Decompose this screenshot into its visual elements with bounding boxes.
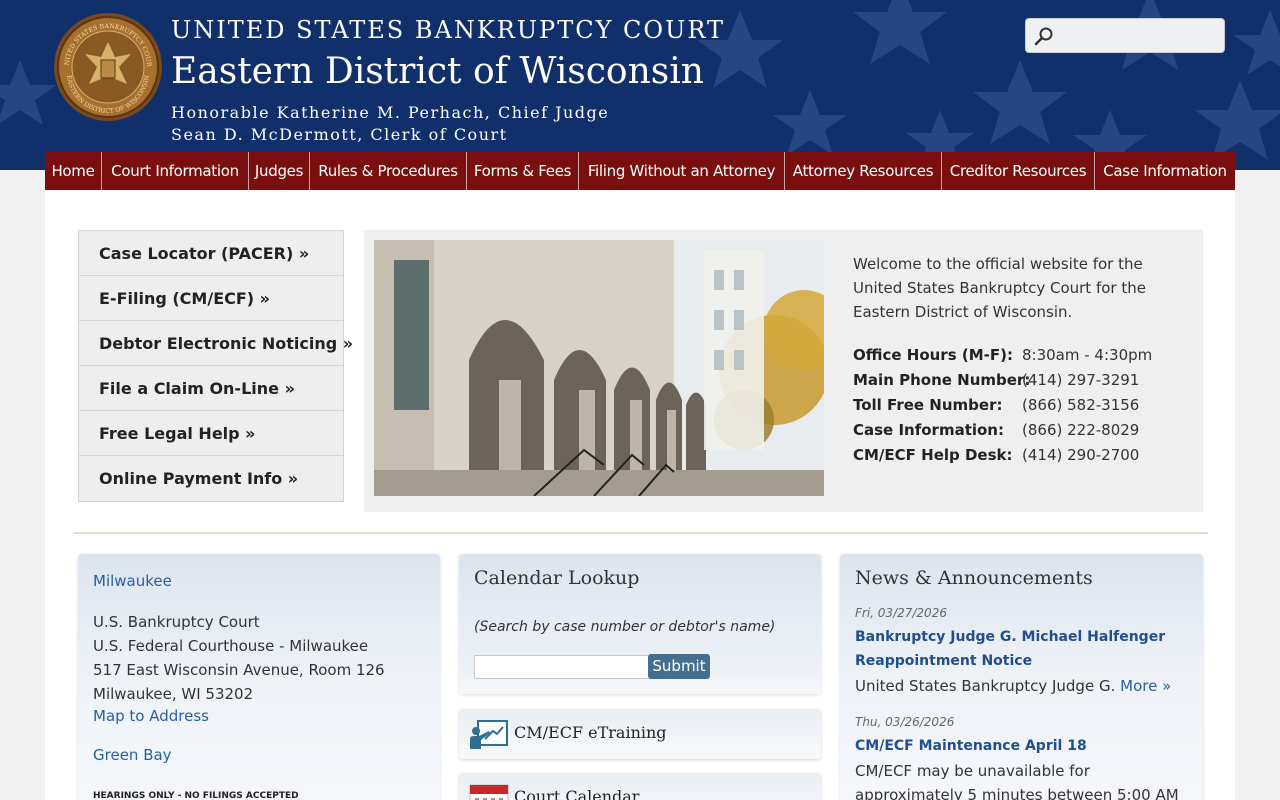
calendar-search-input[interactable] xyxy=(474,655,650,679)
court-name: UNITED STATES BANKRUPTCY COURT xyxy=(171,16,725,44)
presentation-icon xyxy=(470,720,508,749)
contact-value: (866) 582-3156 xyxy=(1022,396,1140,414)
search-box xyxy=(1025,18,1225,53)
nav-case-information[interactable]: Case Information xyxy=(1095,152,1235,190)
news-headline-link[interactable]: Bankruptcy Judge G. Michael Halfenger Re… xyxy=(855,625,1175,673)
contact-label: Office Hours (M-F): xyxy=(853,346,1013,364)
contact-row: Office Hours (M-F): 8:30am - 4:30pm xyxy=(853,343,1193,368)
news-headline-link[interactable]: CM/ECF Maintenance April 18 xyxy=(855,734,1175,758)
court-calendar-label: Court Calendar xyxy=(514,787,640,800)
quick-link-file-claim[interactable]: File a Claim On-Line » xyxy=(79,366,343,411)
contact-row: Main Phone Number:(414) 297-3291 xyxy=(853,368,1193,393)
site-header: UNITED STATES BANKRUPTCY COURT EASTERN D… xyxy=(0,0,1280,170)
quick-link-debtor-noticing[interactable]: Debtor Electronic Noticing » xyxy=(79,321,353,366)
green-bay-link[interactable]: Green Bay xyxy=(93,746,172,764)
nav-forms-fees[interactable]: Forms & Fees xyxy=(467,152,579,190)
contact-label: Main Phone Number: xyxy=(853,371,1031,389)
contact-row: Toll Free Number: (866) 582-3156 xyxy=(853,393,1193,418)
calendar-icon xyxy=(469,784,509,800)
nav-rules-procedures[interactable]: Rules & Procedures xyxy=(310,152,467,190)
news-date: Thu, 03/26/2026 xyxy=(855,715,955,729)
nav-filing-without-attorney[interactable]: Filing Without an Attorney xyxy=(579,152,785,190)
milwaukee-address: U.S. Bankruptcy Court U.S. Federal Court… xyxy=(93,610,385,706)
quick-links: Case Locator (PACER) » E-Filing (CM/ECF)… xyxy=(78,230,353,502)
green-bay-note: HEARINGS ONLY - NO FILINGS ACCEPTED xyxy=(93,791,299,800)
nav-home[interactable]: Home xyxy=(45,152,102,190)
contact-value: (414) 297-3291 xyxy=(1022,371,1140,389)
section-divider xyxy=(73,532,1208,534)
search-input[interactable] xyxy=(1058,23,1218,48)
clerk-of-court: Sean D. McDermott, Clerk of Court xyxy=(171,125,508,144)
map-to-address-link[interactable]: Map to Address xyxy=(93,707,209,725)
address-line: U.S. Federal Courthouse - Milwaukee xyxy=(93,637,369,655)
news-body: United States Bankruptcy Judge G. More » xyxy=(855,674,1190,698)
milwaukee-link[interactable]: Milwaukee xyxy=(93,572,172,590)
address-line: Milwaukee, WI 53202 xyxy=(93,685,254,703)
main-nav: Home Court Information Judges Rules & Pr… xyxy=(45,152,1235,190)
news-date: Fri, 03/27/2026 xyxy=(855,606,947,620)
address-line: 517 East Wisconsin Avenue, Room 126 xyxy=(93,661,385,679)
quick-link-free-legal-help[interactable]: Free Legal Help » xyxy=(79,411,343,456)
quick-link-e-filing[interactable]: E-Filing (CM/ECF) » xyxy=(79,276,343,321)
search-icon[interactable] xyxy=(1034,26,1054,46)
location-box: Milwaukee U.S. Bankruptcy Court U.S. Fed… xyxy=(78,554,440,800)
etraining-tile[interactable]: CM/ECF eTraining xyxy=(459,709,821,759)
calendar-submit-button[interactable]: Submit xyxy=(648,654,710,679)
contact-value: 8:30am - 4:30pm xyxy=(1022,346,1153,364)
contact-value: (414) 290-2700 xyxy=(1022,446,1140,464)
quick-link-case-locator[interactable]: Case Locator (PACER) » xyxy=(79,231,343,276)
contact-row: Case Information: (866) 222-8029 xyxy=(853,418,1193,443)
address-line: U.S. Bankruptcy Court xyxy=(93,613,260,631)
nav-attorney-resources[interactable]: Attorney Resources xyxy=(785,152,942,190)
contact-value: (866) 222-8029 xyxy=(1022,421,1140,439)
calendar-lookup-box: Calendar Lookup (Search by case number o… xyxy=(459,554,821,694)
contact-label: CM/ECF Help Desk: xyxy=(853,446,1013,464)
court-calendar-tile[interactable]: Court Calendar xyxy=(459,773,821,800)
nav-court-information[interactable]: Court Information xyxy=(102,152,249,190)
nav-creditor-resources[interactable]: Creditor Resources xyxy=(942,152,1095,190)
contact-info: Office Hours (M-F): 8:30am - 4:30pm Main … xyxy=(853,343,1193,468)
chief-judge: Honorable Katherine M. Perhach, Chief Ju… xyxy=(171,103,610,122)
courthouse-photo xyxy=(374,240,824,496)
quick-link-online-payment[interactable]: Online Payment Info » xyxy=(79,456,343,501)
contact-label: Toll Free Number: xyxy=(853,396,1003,414)
calendar-lookup-heading: Calendar Lookup xyxy=(474,567,640,589)
news-summary: CM/ECF may be unavailable for approximat… xyxy=(855,762,1179,800)
nav-judges[interactable]: Judges xyxy=(249,152,310,190)
news-summary: United States Bankruptcy Judge G. xyxy=(855,677,1116,695)
district-name[interactable]: Eastern District of Wisconsin xyxy=(171,51,704,92)
news-box: News & Announcements Fri, 03/27/2026 Ban… xyxy=(840,554,1203,800)
contact-row: CM/ECF Help Desk: (414) 290-2700 xyxy=(853,443,1193,468)
contact-label: Case Information: xyxy=(853,421,1004,439)
welcome-text: Welcome to the official website for the … xyxy=(853,255,1146,321)
news-more-link[interactable]: More » xyxy=(1120,677,1171,695)
calendar-lookup-hint: (Search by case number or debtor's name) xyxy=(474,619,776,635)
etraining-label: CM/ECF eTraining xyxy=(514,723,667,742)
court-seal: UNITED STATES BANKRUPTCY COURT EASTERN D… xyxy=(53,12,162,121)
news-heading: News & Announcements xyxy=(855,567,1093,589)
